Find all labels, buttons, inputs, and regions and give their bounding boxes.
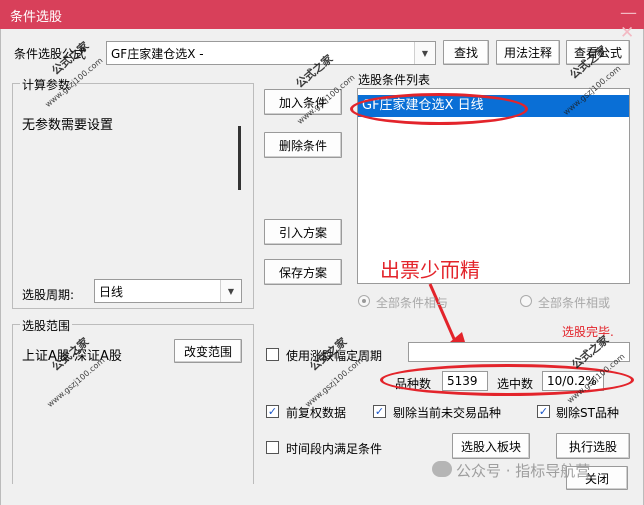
adjusted-data-label: 前复权数据 xyxy=(286,406,347,420)
period-satisfy-label: 时间段内满足条件 xyxy=(286,442,383,456)
window-title: 条件选股 xyxy=(10,10,63,25)
save-scheme-button[interactable]: 保存方案 xyxy=(264,259,342,285)
period-value: 日线 xyxy=(99,284,124,299)
adjusted-data-checkbox[interactable]: ✓ xyxy=(266,405,279,418)
formula-select[interactable]: GF庄家建仓选X - ▼ xyxy=(106,41,436,65)
annotation-text: 出票少而精 xyxy=(380,258,480,282)
exclude-untraded-label: 剔除当前未交易品种 xyxy=(393,406,502,420)
exclude-untraded-checkbox[interactable]: ✓ xyxy=(373,405,386,418)
wechat-icon xyxy=(432,461,452,477)
find-button[interactable]: 查找 xyxy=(443,40,489,65)
usage-button[interactable]: 用法注释 xyxy=(496,40,560,65)
or-radio[interactable] xyxy=(520,295,532,307)
condition-list-label: 选股条件列表 xyxy=(358,73,431,87)
execute-button[interactable]: 执行选股 xyxy=(556,433,630,459)
to-block-button[interactable]: 选股入板块 xyxy=(452,433,530,459)
exclude-st-checkbox[interactable]: ✓ xyxy=(537,405,550,418)
or-radio-label: 全部条件相或 xyxy=(538,296,611,310)
import-scheme-button[interactable]: 引入方案 xyxy=(264,219,342,245)
period-select[interactable]: 日线 ▼ xyxy=(94,279,242,303)
period-satisfy-checkbox[interactable] xyxy=(266,441,279,454)
period-label: 选股周期: xyxy=(22,288,75,302)
formula-value: GF庄家建仓选X - xyxy=(111,46,204,61)
and-radio-label: 全部条件相与 xyxy=(376,296,449,310)
range-group-label: 选股范围 xyxy=(20,317,73,334)
exclude-st-label: 剔除ST品种 xyxy=(556,406,619,420)
chevron-down-icon[interactable]: ▼ xyxy=(220,280,241,302)
chevron-down-icon[interactable]: ▼ xyxy=(414,42,435,64)
no-params-text: 无参数需要设置 xyxy=(22,118,114,133)
footer-source: 公众号 · 指标导航营 xyxy=(456,462,591,480)
delete-condition-button[interactable]: 删除条件 xyxy=(264,132,342,158)
change-range-button[interactable]: 改变范围 xyxy=(174,339,242,363)
highlight-ellipse xyxy=(350,93,528,125)
and-radio[interactable] xyxy=(358,295,370,307)
use-rise-period-checkbox[interactable] xyxy=(266,348,279,361)
scrollbar-thumb[interactable] xyxy=(238,126,241,190)
title-bar xyxy=(0,0,644,29)
